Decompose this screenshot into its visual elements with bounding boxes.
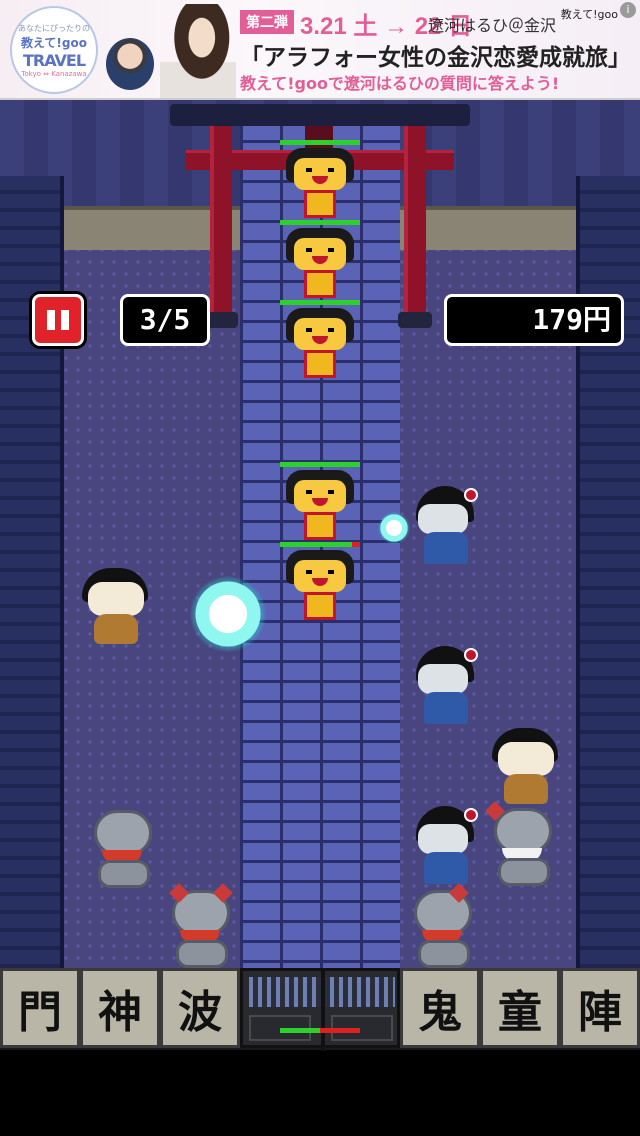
torii-top-beam	[170, 104, 470, 126]
enemy-hp-bar	[280, 542, 360, 547]
info-icon[interactable]: i	[620, 2, 636, 18]
jizo-dog-defender[interactable]	[484, 801, 560, 888]
demon-unit-button[interactable]: 鬼	[400, 968, 480, 1048]
torii-right-post	[404, 126, 426, 320]
spirit-orb-large	[190, 576, 266, 652]
ad-title: 「アラフォー女性の金沢恋愛成就旅」	[240, 45, 631, 71]
enemy-cat-girl	[280, 542, 360, 622]
ad-logo-line4: Tokyo ⇔ Kanazawa	[21, 69, 87, 78]
jizo-cat-defender[interactable]	[162, 883, 238, 968]
ad-logo-line2: 教えて!goo	[21, 35, 87, 50]
enemy-hp-bar	[280, 220, 360, 225]
torii-left-post	[210, 126, 232, 320]
pause-icon	[47, 310, 55, 330]
geisha-defender[interactable]	[406, 486, 482, 566]
geisha-defender[interactable]	[406, 806, 482, 886]
wave-unit-button[interactable]: 波	[160, 968, 240, 1048]
ad-badge: 第二弾	[240, 10, 294, 34]
torii-right-base	[398, 312, 432, 328]
pause-button[interactable]	[32, 294, 84, 346]
formation-unit-button[interactable]: 陣	[560, 968, 640, 1048]
jizo-cat-defender[interactable]	[404, 883, 480, 968]
monk-defender[interactable]	[78, 566, 154, 646]
enemy-cat-girl	[280, 300, 360, 380]
ad-logo-line3: TRAVEL	[22, 50, 86, 70]
enemy-hp-bar	[280, 300, 360, 305]
gate-unit-button[interactable]: 門	[0, 968, 80, 1048]
ad-subtitle: 教えて!gooで遼河はるひの質問に答えよう!	[240, 74, 560, 93]
wave-counter: 3/5	[120, 294, 210, 346]
ad-woman-photo	[160, 4, 236, 98]
game-field[interactable]: 3/5 179円	[0, 100, 640, 968]
ad-corner-label: 教えて!goo	[560, 8, 618, 21]
spirit-orb-small	[378, 512, 410, 544]
child-unit-button[interactable]: 童	[480, 968, 560, 1048]
ad-location: 遼河はるひ＠金沢	[428, 16, 557, 35]
unit-toolbar: 門 神 波 鬼 童 陣	[0, 968, 640, 1051]
castle-gate	[240, 968, 400, 1051]
ad-banner[interactable]: あなたにぴったりの 教えて!goo TRAVEL Tokyo ⇔ Kanazaw…	[0, 0, 640, 100]
ad-logo-line1: あなたにぴったりの	[18, 23, 90, 33]
enemy-cat-girl	[280, 462, 360, 542]
enemy-hp-bar	[280, 140, 360, 145]
enemy-cat-girl	[280, 140, 360, 220]
monk-defender[interactable]	[488, 726, 564, 806]
enemy-cat-girl	[280, 220, 360, 300]
money-counter: 179円	[444, 294, 624, 346]
gate-hp-bar	[280, 1028, 360, 1033]
ad-man-photo	[106, 38, 154, 90]
geisha-defender[interactable]	[406, 646, 482, 726]
jizo-defender[interactable]	[84, 810, 160, 890]
god-unit-button[interactable]: 神	[80, 968, 160, 1048]
ad-logo: あなたにぴったりの 教えて!goo TRAVEL Tokyo ⇔ Kanazaw…	[10, 6, 98, 94]
enemy-hp-bar	[280, 462, 360, 467]
